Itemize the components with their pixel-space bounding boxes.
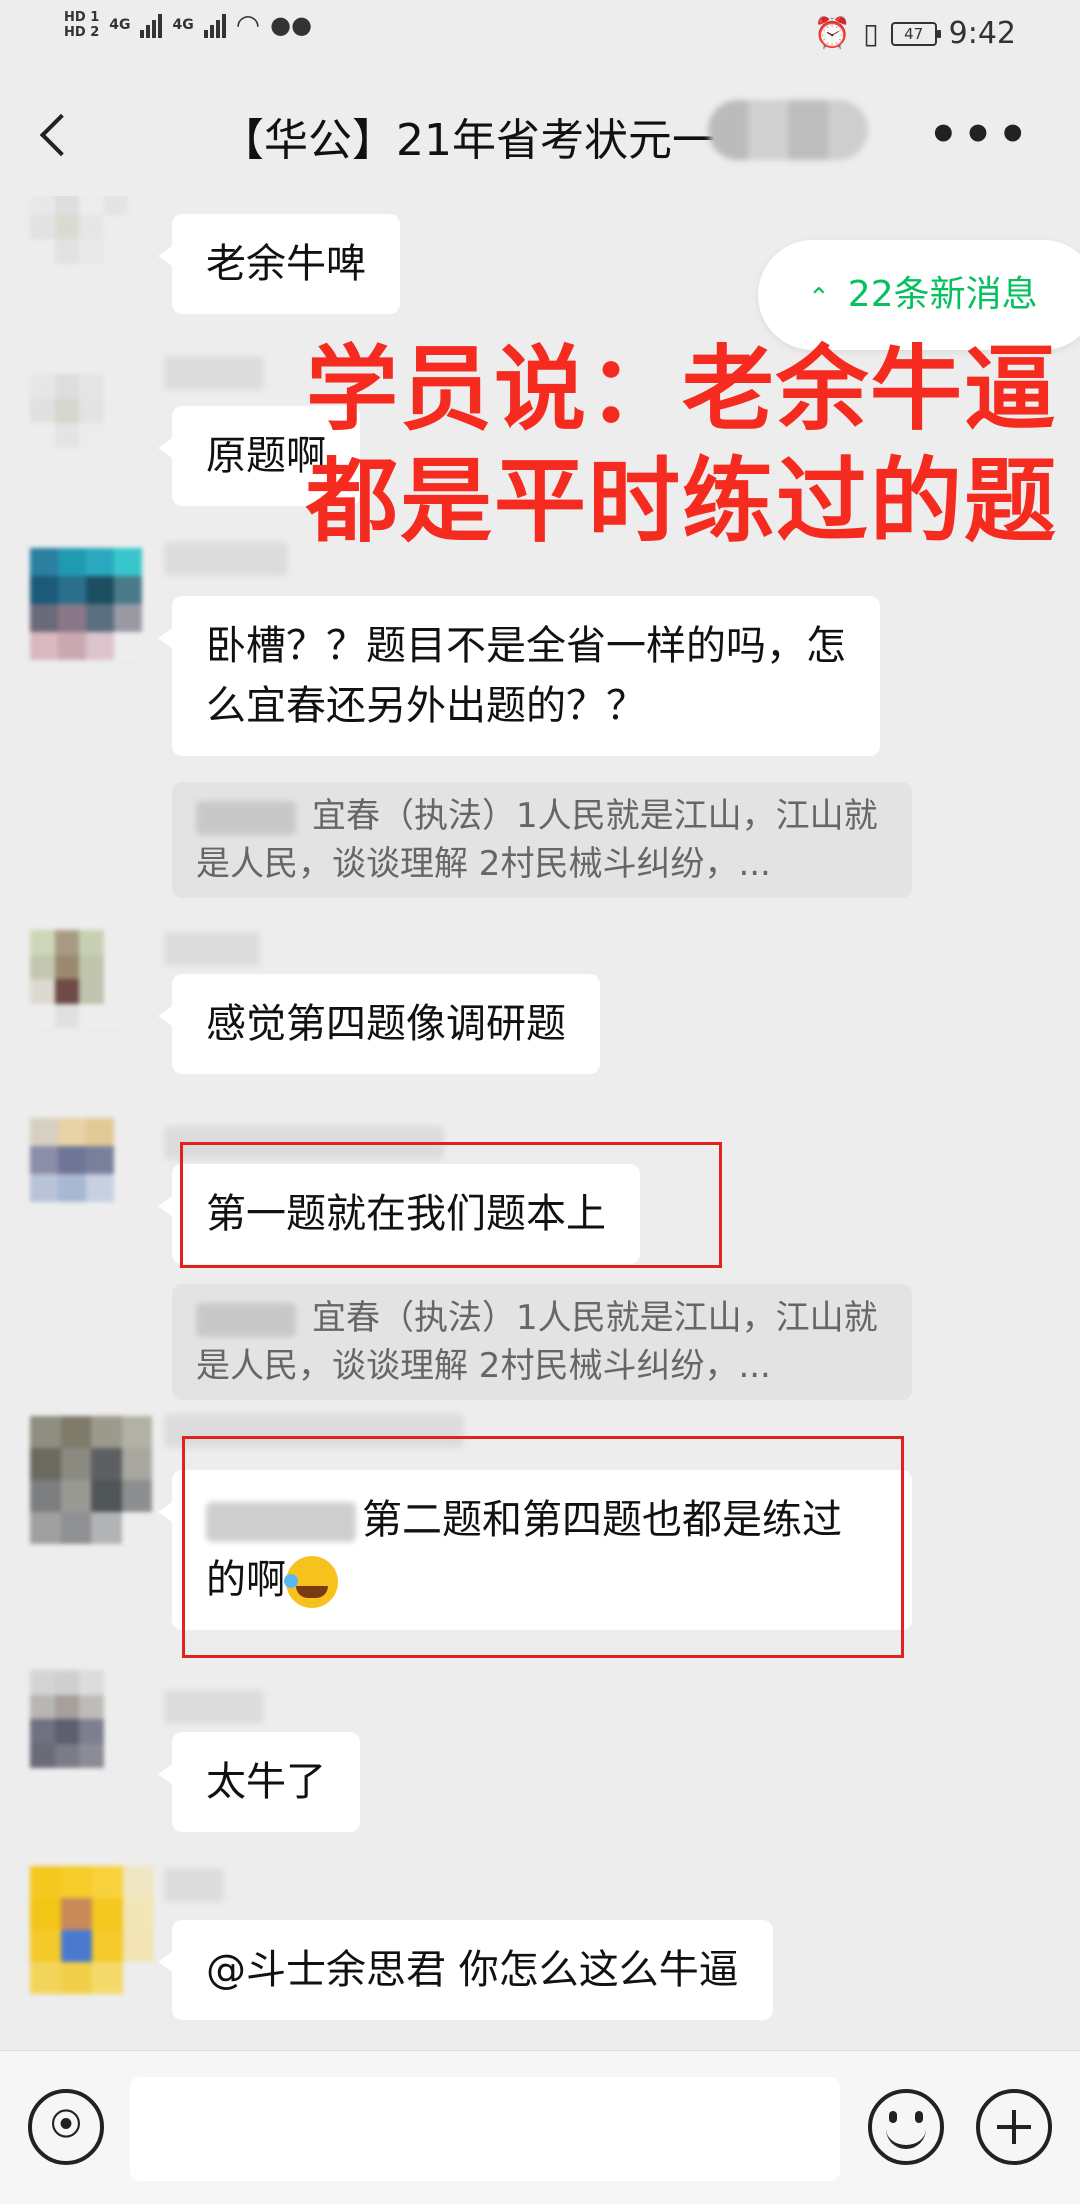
network-1-label: 4G [109,16,131,33]
signal-1-icon [140,12,163,38]
overlay-caption-line1: 学员说：老余牛逼 [306,336,1059,443]
new-messages-label: 22条新消息 [847,274,1038,315]
avatar[interactable] [30,196,128,288]
avatar[interactable] [30,1866,154,1994]
quoted-message[interactable]: 宜春（执法）1人民就是江山，江山就是人民，谈谈理解 2村民械斗纠纷，... [172,1284,912,1400]
voice-icon[interactable]: ⦿ [28,2089,104,2165]
avatar[interactable] [30,1118,142,1230]
chat-message-list[interactable]: 老余牛啤 ⌃ 22条新消息 原题啊 学员说：老余牛逼 都是平时练过的题 卧槽？？题… [0,196,1080,2050]
signal-2-icon [203,12,226,38]
network-2-label: 4G [172,16,194,33]
clock: 9:42 [948,16,1016,51]
message-bubble[interactable]: 太牛了 [158,1732,360,1832]
avatar[interactable] [30,930,128,1028]
avatar[interactable] [30,1416,152,1544]
avatar[interactable] [30,374,128,472]
battery-icon: 47 [890,21,941,46]
status-bar: HD 1 HD 2 4G 4G ◠ ●● ⏰ ▯ 47 9:42 [0,0,1080,70]
message-bubble[interactable]: 卧槽？？题目不是全省一样的吗，怎么宜春还另外出题的？？ [158,596,880,756]
message-bubble[interactable]: 感觉第四题像调研题 [158,974,600,1074]
message-input[interactable] [130,2077,840,2181]
sender-name [164,356,264,390]
plus-icon[interactable] [976,2089,1052,2165]
chat-title: 【华公】21年省考状元一 [220,115,716,166]
sim-2-label: HD 2 [64,24,100,40]
message-bubble[interactable]: 老余牛啤 [158,214,400,314]
vibrate-icon: ▯ [863,17,879,50]
sender-name [164,1868,224,1902]
quoted-sender [196,1302,296,1337]
quoted-sender [196,800,296,835]
highlight-box [182,1436,904,1658]
sim-1-label: HD 1 [64,9,100,25]
emoji-icon[interactable] [868,2089,944,2165]
avatar[interactable] [30,1670,128,1768]
back-icon[interactable] [34,106,78,162]
sender-name [164,932,260,966]
alarm-icon: ⏰ [813,16,852,51]
quoted-message[interactable]: 宜春（执法）1人民就是江山，江山就是人民，谈谈理解 2村民械斗纠纷，... [172,782,912,898]
sim-indicators: HD 1 HD 2 [64,10,99,40]
quoted-text: 宜春（执法）1人民就是江山，江山就是人民，谈谈理解 2村民械斗纠纷，... [196,1298,878,1386]
wechat-icon: ●● [270,10,313,39]
chat-input-bar: ⦿ [0,2050,1080,2204]
highlight-box [180,1142,722,1268]
more-icon[interactable]: ••• [928,111,1032,159]
status-bar-left: HD 1 HD 2 4G 4G ◠ ●● [64,8,312,41]
sender-name [164,1690,264,1724]
overlay-caption-line2: 都是平时练过的题 [306,448,1059,555]
chat-header: 【华公】21年省考状元一 ••• [0,70,1080,196]
avatar[interactable] [30,548,142,660]
quoted-text: 宜春（执法）1人民就是江山，江山就是人民，谈谈理解 2村民械斗纠纷，... [196,796,878,884]
wifi-icon: ◠ [235,8,261,41]
sender-name [164,542,288,576]
status-bar-right: ⏰ ▯ 47 9:42 [814,16,1016,51]
message-bubble[interactable]: @斗士余思君 你怎么这么牛逼 [158,1920,773,2020]
blurred-title-suffix [708,100,868,160]
